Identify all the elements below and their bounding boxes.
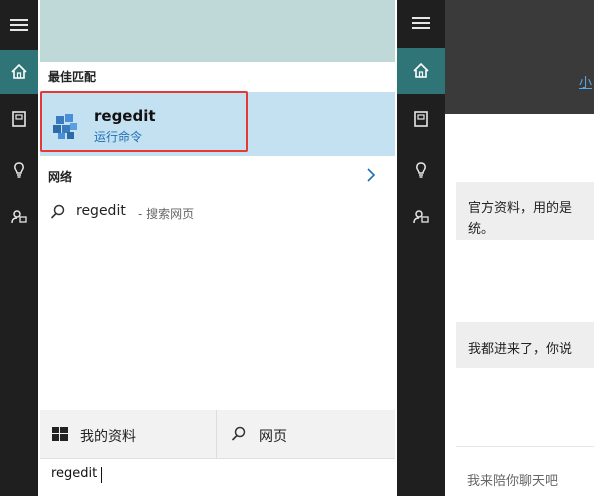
- chevron-right-icon[interactable]: [366, 168, 376, 182]
- tab-web-label: 网页: [259, 429, 287, 445]
- windows-icon: [52, 427, 68, 441]
- text-cursor: [101, 467, 102, 483]
- home-icon: [4, 57, 34, 87]
- search-header-area: [40, 0, 395, 62]
- chat-message: 官方资料，用的是: [468, 201, 573, 216]
- chat-bubble: 官方资料，用的是 统。: [456, 182, 594, 240]
- search-icon: [50, 204, 66, 220]
- cortana-chat: [445, 114, 594, 496]
- idea-icon[interactable]: [4, 155, 34, 185]
- best-match-header: 最佳匹配: [48, 70, 97, 84]
- web-header: 网络: [48, 170, 73, 184]
- search-query-text: regedit: [51, 466, 98, 481]
- chat-input-placeholder[interactable]: 我来陪你聊天吧: [467, 470, 558, 489]
- idea-icon[interactable]: [406, 155, 436, 185]
- home-icon: [406, 56, 436, 86]
- hamburger-icon[interactable]: [4, 10, 34, 40]
- left-sidebar: [0, 0, 38, 496]
- sidebar-item-home[interactable]: [0, 50, 38, 94]
- feedback-icon[interactable]: [4, 202, 34, 232]
- cortana-header: 小: [445, 0, 594, 114]
- feedback-icon[interactable]: [406, 202, 436, 232]
- tab-my-stuff-label: 我的资料: [80, 429, 136, 445]
- highlight-box: [40, 91, 248, 152]
- chat-message: 统。: [468, 222, 495, 237]
- chat-bubble: 我都进来了，你说: [456, 322, 594, 368]
- notebook-icon[interactable]: [4, 104, 34, 134]
- web-result-query: regedit: [76, 203, 126, 219]
- cortana-link[interactable]: 小: [579, 72, 592, 91]
- tab-my-stuff[interactable]: 我的资料: [40, 410, 216, 458]
- chat-message: 我都进来了，你说: [468, 342, 573, 357]
- tab-web[interactable]: 网页: [217, 410, 395, 458]
- web-result-suffix: - 搜索网页: [138, 207, 195, 221]
- hamburger-icon[interactable]: [406, 8, 436, 38]
- search-box[interactable]: regedit: [40, 458, 395, 497]
- right-sidebar: [397, 0, 445, 496]
- search-icon: [231, 426, 247, 442]
- bottom-tabs: 我的资料 网页: [40, 410, 395, 458]
- divider: [456, 446, 594, 447]
- web-search-result[interactable]: regedit - 搜索网页: [40, 196, 395, 228]
- notebook-icon[interactable]: [406, 104, 436, 134]
- sidebar-item-home[interactable]: [397, 48, 445, 94]
